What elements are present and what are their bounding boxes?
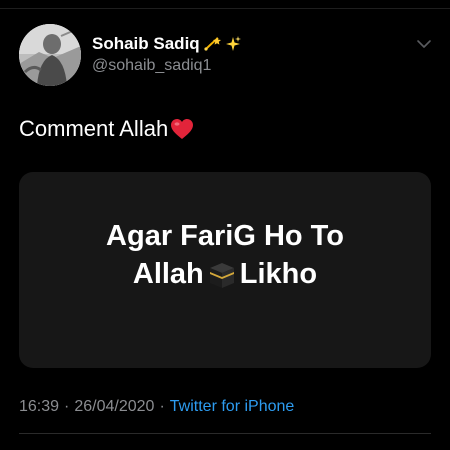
tweet-source-link[interactable]: Twitter for iPhone [170,398,295,415]
media-word-allah: Allah [132,258,204,290]
display-name-row: Sohaib Sadiq [92,33,242,55]
tweet-date: 26/04/2020 [74,398,155,415]
display-name: Sohaib Sadiq [92,34,200,53]
kaaba-icon [206,259,238,291]
bottom-divider [19,433,431,434]
media-text-line-1: Agar FariG Ho To [106,220,344,252]
chevron-down-icon[interactable] [414,34,434,54]
meta-separator: · [159,398,165,415]
media-word-likho: Likho [239,258,318,290]
tweet-text: Comment Allah [19,116,194,142]
dizzy-emoji-icon [203,35,221,53]
tweet-time: 16:39 [19,398,60,415]
tweet-body: Comment Allah [19,116,169,141]
user-handle: @sohaib_sadiq1 [92,57,212,74]
author-block[interactable]: Sohaib Sadiq @sohaib_sadiq1 [92,33,242,75]
red-heart-icon [170,118,194,140]
meta-separator: · [64,398,70,415]
sparkles-emoji-icon [224,35,242,53]
avatar[interactable] [19,24,81,86]
tweet-meta: 16:39 · 26/04/2020 · Twitter for iPhone [19,398,294,416]
media-text-line-2: Allah Likho [19,258,431,291]
stats-row-partial [19,444,431,450]
tweet-detail: Sohaib Sadiq @sohaib_sadiq1 Comment Alla… [0,0,450,450]
top-divider [0,0,450,9]
